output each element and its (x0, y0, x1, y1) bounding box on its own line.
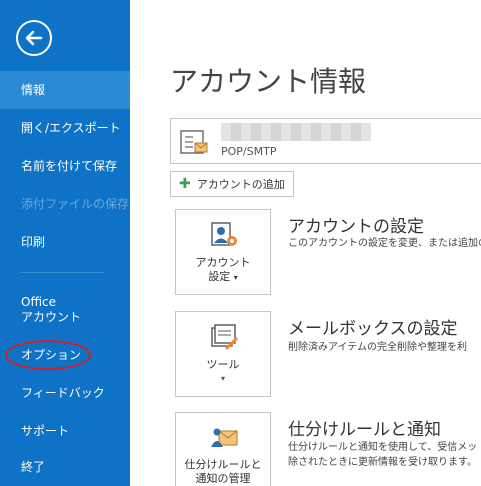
main-content: アカウント情報 POP/SMTP ✚ アカウントの追加 アカウント 設定 ▾ ア… (130, 0, 481, 486)
account-settings-icon (211, 222, 237, 246)
sidebar-item-label: 開く/エクスポート (21, 120, 121, 135)
sidebar-item-info[interactable]: 情報 (0, 71, 130, 109)
add-account-button[interactable]: ✚ アカウントの追加 (170, 171, 294, 197)
sidebar-item-label: サポート (21, 423, 70, 438)
sidebar-item-options[interactable]: オプション (0, 336, 130, 374)
add-account-label: アカウントの追加 (196, 178, 285, 191)
account-settings-button[interactable]: アカウント 設定 ▾ (175, 209, 271, 295)
section-description: 除されたときに更新情報を受け取ります。 (288, 457, 477, 468)
section-heading: 仕分けルールと通知 (288, 420, 441, 440)
chevron-down-icon: ▾ (220, 374, 225, 383)
sidebar-item-exit[interactable]: 終了 (0, 448, 130, 486)
section-description: 仕分けルールと通知を使用して、受信メッ (288, 442, 478, 453)
back-arrow-icon (25, 30, 43, 46)
sidebar-item-save-as[interactable]: 名前を付けて保存 (0, 147, 130, 185)
tools-icon (211, 324, 238, 350)
page-title: アカウント情報 (170, 65, 367, 98)
account-type: POP/SMTP (221, 145, 277, 158)
rules-alerts-icon (211, 428, 238, 447)
tile-label: 通知の管理 (195, 472, 251, 485)
sidebar-item-office-account[interactable]: Office アカウント (0, 290, 130, 330)
sidebar-item-print[interactable]: 印刷 (0, 223, 130, 261)
sidebar-item-label: 終了 (21, 459, 46, 474)
section-heading: メールボックスの設定 (288, 319, 458, 339)
backstage-sidebar: 情報 開く/エクスポート 名前を付けて保存 添付ファイルの保存 印刷 Offic… (0, 0, 130, 486)
sidebar-item-label: 印刷 (21, 234, 46, 249)
sidebar-item-open-export[interactable]: 開く/エクスポート (0, 109, 130, 147)
section-description: このアカウントの設定を変更、または追加の (288, 238, 481, 249)
account-mailbox-icon (180, 130, 208, 154)
section-description: 削除済みアイテムの完全削除や整理を利 (288, 342, 467, 353)
sidebar-divider (21, 272, 104, 273)
sidebar-item-feedback[interactable]: フィードバック (0, 374, 130, 412)
sidebar-item-label: フィードバック (21, 385, 105, 400)
account-selector[interactable]: POP/SMTP (170, 118, 481, 164)
section-heading: アカウントの設定 (288, 217, 424, 237)
sidebar-item-label: オプション (21, 347, 82, 362)
tools-button[interactable]: ツール ▾ (175, 311, 271, 397)
sidebar-item-label: Office アカウント (21, 295, 82, 324)
tile-label: ツール (206, 358, 240, 371)
rules-alerts-button[interactable]: 仕分けルールと 通知の管理 (175, 412, 271, 486)
tile-label: アカウント (195, 256, 251, 269)
plus-icon: ✚ (179, 176, 191, 192)
sidebar-item-support[interactable]: サポート (0, 412, 130, 450)
sidebar-item-label: 添付ファイルの保存 (21, 196, 130, 211)
back-button[interactable] (16, 20, 52, 56)
account-email-redacted (221, 123, 371, 141)
sidebar-item-label: 情報 (21, 82, 46, 97)
tile-label: 設定 ▾ (208, 270, 238, 283)
tile-label: 仕分けルールと (184, 458, 262, 471)
sidebar-item-label: 名前を付けて保存 (21, 158, 118, 173)
sidebar-item-save-attachments: 添付ファイルの保存 (0, 185, 130, 223)
